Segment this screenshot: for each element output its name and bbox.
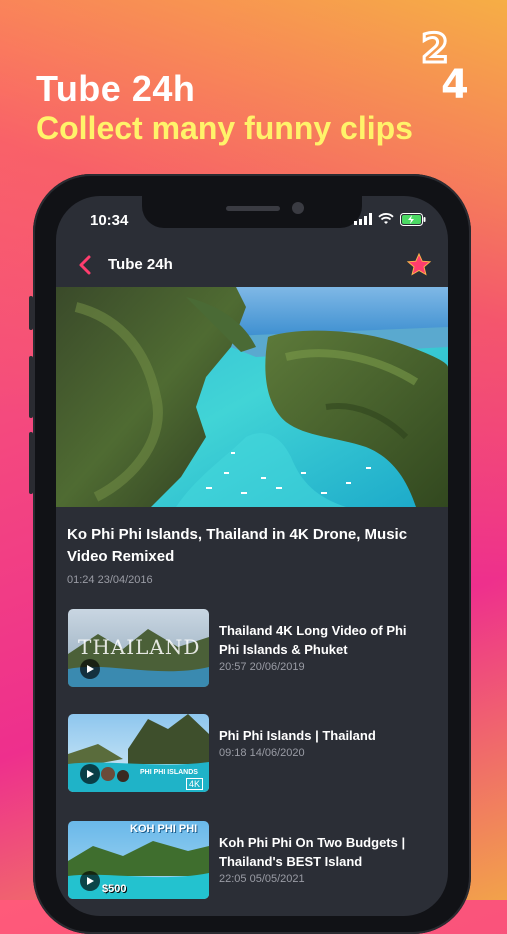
thumbnail-badge: $500: [102, 883, 127, 895]
favorite-star-icon[interactable]: [406, 252, 432, 278]
phone-side-button: [29, 432, 33, 494]
video-title[interactable]: Phi Phi Islands | Thailand: [219, 726, 424, 745]
thumbnail-text: THAILAND: [78, 635, 201, 659]
video-thumbnail: THAILAND: [68, 609, 209, 687]
video-title[interactable]: Koh Phi Phi On Two Budgets | Thailand's …: [219, 833, 424, 871]
featured-video-thumbnail[interactable]: [56, 287, 448, 507]
wifi-icon: [378, 213, 394, 224]
thumbnail-text: PHI PHI ISLANDS: [140, 769, 198, 776]
signal-icon: [354, 213, 372, 225]
battery-charging-icon: [400, 212, 426, 226]
play-icon[interactable]: [80, 659, 100, 679]
featured-video-meta: 01:24 23/04/2016: [67, 574, 153, 586]
notch: [142, 196, 362, 228]
thumbnail-badge: 4K: [185, 778, 203, 790]
video-thumbnail: PHI PHI ISLANDS 4K: [68, 714, 209, 792]
speaker: [226, 206, 280, 211]
status-icons: [354, 211, 426, 227]
front-camera: [292, 202, 304, 214]
video-list-item[interactable]: THAILAND Thailand 4K Long Video of Phi P…: [68, 609, 438, 691]
video-title[interactable]: Thailand 4K Long Video of Phi Phi Island…: [219, 621, 424, 659]
phone-side-button: [29, 356, 33, 418]
promo-subtitle: Collect many funny clips: [36, 110, 413, 146]
video-meta: 09:18 14/06/2020: [219, 747, 305, 759]
play-icon[interactable]: [80, 871, 100, 891]
nav-title: Tube 24h: [108, 256, 173, 273]
featured-video-title[interactable]: Ko Phi Phi Islands, Thailand in 4K Drone…: [67, 524, 427, 568]
play-icon[interactable]: [80, 764, 100, 784]
video-meta: 22:05 05/05/2021: [219, 873, 305, 885]
back-chevron-icon[interactable]: [76, 254, 96, 276]
nav-bar: Tube 24h: [56, 246, 448, 286]
island-aerial-image: [56, 287, 448, 507]
promo-title: Tube 24h: [36, 68, 196, 109]
svg-text:4: 4: [441, 62, 469, 104]
video-thumbnail: KOH PHI PHI $500: [68, 821, 209, 899]
video-list-item[interactable]: PHI PHI ISLANDS 4K Phi Phi Islands | Tha…: [68, 714, 438, 796]
logo-24-icon: 2 4: [420, 25, 469, 105]
phone-screen: 10:34 Tube 24h Ko Phi Phi Islands, Thail…: [56, 196, 448, 916]
thumbnail-text: KOH PHI PHI: [130, 823, 198, 835]
phone-side-button: [29, 296, 33, 330]
status-time: 10:34: [90, 212, 129, 229]
video-list-item[interactable]: KOH PHI PHI $500 Koh Phi Phi On Two Budg…: [68, 821, 438, 903]
video-meta: 20:57 20/06/2019: [219, 661, 305, 673]
